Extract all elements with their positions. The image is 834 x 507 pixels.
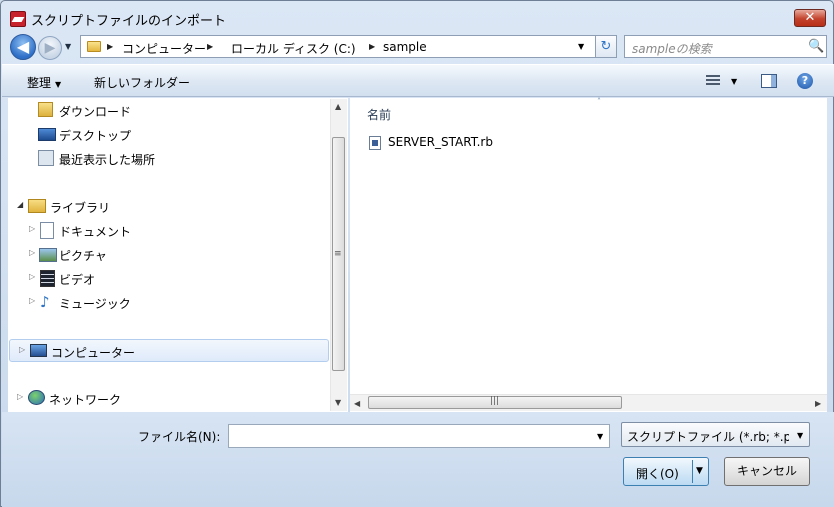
- sidebar-item-label: ネットワーク: [49, 393, 122, 407]
- app-logo-icon: [10, 11, 26, 27]
- download-folder-icon: [38, 102, 53, 117]
- organize-label: 整理: [27, 76, 52, 90]
- split-divider: [692, 460, 693, 483]
- address-dropdown-icon[interactable]: ▼: [578, 42, 584, 51]
- breadcrumb-separator-icon[interactable]: ▶: [369, 42, 375, 51]
- forward-button[interactable]: ▶: [38, 36, 62, 60]
- file-type-select[interactable]: スクリプトファイル (*.rb; *.p ▼: [621, 422, 810, 447]
- sidebar-item-network[interactable]: ▷ ネットワーク: [8, 388, 328, 408]
- sidebar-item-label: ドキュメント: [59, 225, 132, 239]
- documents-icon: [40, 222, 54, 239]
- import-dialog: スクリプトファイルのインポート ✕ ◀ ▶ ▼ ▶ コンピューター ▶ ローカル…: [0, 0, 834, 507]
- desktop-icon: [38, 128, 56, 141]
- address-bar[interactable]: ▶ コンピューター ▶ ローカル ディスク (C:) ▶ sample ▼: [80, 35, 616, 58]
- sidebar-item-label: ライブラリ: [50, 201, 111, 215]
- filename-dropdown-icon[interactable]: ▼: [597, 432, 603, 441]
- search-placeholder: sampleの検索: [632, 42, 712, 56]
- ruby-file-icon: [369, 136, 381, 150]
- videos-icon: [40, 270, 55, 287]
- scroll-down-icon[interactable]: ▼: [335, 398, 341, 407]
- column-header-name[interactable]: 名前: [367, 106, 391, 123]
- view-options-dropdown-icon[interactable]: ▼: [731, 77, 737, 86]
- network-icon: [28, 390, 45, 405]
- sidebar-item-label: 最近表示した場所: [59, 153, 156, 167]
- sidebar-item-label: ダウンロード: [59, 105, 132, 119]
- window-title: スクリプトファイルのインポート: [31, 14, 227, 29]
- collapse-arrow-icon[interactable]: ▷: [29, 272, 35, 281]
- open-button[interactable]: 開く(O) ▼: [623, 457, 709, 486]
- sidebar-item-label: ピクチャ: [59, 249, 107, 263]
- collapse-arrow-icon[interactable]: ▷: [29, 248, 35, 257]
- help-icon[interactable]: ?: [797, 73, 813, 89]
- filename-field[interactable]: [228, 424, 610, 448]
- breadcrumb-separator-icon[interactable]: ▶: [107, 42, 113, 51]
- file-type-value: スクリプトファイル (*.rb; *.p: [627, 430, 789, 444]
- sidebar-item-libraries[interactable]: ◢ ライブラリ: [8, 196, 328, 216]
- sidebar-item-label: コンピューター: [51, 346, 136, 360]
- chevron-down-icon[interactable]: ▼: [797, 431, 803, 440]
- sidebar-item-recent-places[interactable]: 最近表示した場所: [8, 148, 328, 168]
- scroll-grip-icon: ≡: [334, 249, 342, 259]
- scroll-right-icon[interactable]: ▶: [815, 399, 821, 408]
- sort-ascending-icon: ˄: [597, 97, 601, 106]
- file-name: SERVER_START.rb: [388, 135, 493, 149]
- expand-arrow-icon[interactable]: ◢: [17, 200, 23, 209]
- breadcrumb-local-disk[interactable]: ローカル ディスク (C:): [231, 40, 356, 57]
- organize-button[interactable]: 整理 ▼: [27, 74, 61, 91]
- search-input[interactable]: sampleの検索 🔍: [624, 35, 827, 58]
- recent-places-icon: [38, 150, 54, 166]
- recent-pages-dropdown[interactable]: ▼: [65, 42, 71, 51]
- new-folder-button[interactable]: 新しいフォルダー: [94, 74, 190, 91]
- command-toolbar: 整理 ▼ 新しいフォルダー ▼ ?: [2, 64, 834, 97]
- music-icon: ♪: [40, 293, 50, 311]
- sidebar-item-label: ミュージック: [59, 297, 131, 311]
- refresh-button[interactable]: ↻: [595, 35, 617, 58]
- title-bar[interactable]: スクリプトファイルのインポート ✕: [1, 1, 834, 33]
- navigation-pane: ダウンロード デスクトップ 最近表示した場所 ◢ ライブラリ ▷ ドキュメント …: [8, 98, 348, 412]
- view-options-icon[interactable]: [706, 74, 720, 87]
- sidebar-item-documents[interactable]: ▷ ドキュメント: [8, 220, 328, 240]
- scroll-up-icon[interactable]: ▲: [335, 102, 341, 111]
- filename-label: ファイル名(N):: [138, 430, 221, 444]
- breadcrumb-computer[interactable]: コンピューター: [122, 40, 206, 57]
- breadcrumb-sample[interactable]: sample: [383, 40, 427, 54]
- scroll-left-icon[interactable]: ◀: [354, 399, 360, 408]
- collapse-arrow-icon[interactable]: ▷: [29, 296, 35, 305]
- collapse-arrow-icon[interactable]: ▷: [17, 392, 23, 401]
- collapse-arrow-icon[interactable]: ▷: [29, 224, 35, 233]
- sidebar-item-label: ビデオ: [59, 273, 96, 287]
- libraries-icon: [28, 199, 46, 213]
- cancel-button[interactable]: キャンセル: [724, 457, 810, 486]
- folder-icon: [87, 41, 101, 52]
- pictures-icon: [39, 248, 57, 262]
- sidebar-item-pictures[interactable]: ▷ ピクチャ: [8, 244, 328, 264]
- breadcrumb-separator-icon[interactable]: ▶: [207, 42, 213, 51]
- sidebar-item-videos[interactable]: ▷ ビデオ: [8, 268, 328, 288]
- organize-arrow-icon: ▼: [55, 80, 62, 89]
- sidebar-item-music[interactable]: ▷ ♪ ミュージック: [8, 292, 328, 312]
- back-button[interactable]: ◀: [10, 34, 36, 60]
- sidebar-item-desktop[interactable]: デスクトップ: [8, 124, 328, 144]
- sidebar-item-computer[interactable]: ▷ コンピューター: [9, 339, 329, 362]
- collapse-arrow-icon[interactable]: ▷: [19, 345, 25, 354]
- computer-icon: [30, 344, 47, 357]
- scroll-grip-icon: |||: [490, 396, 500, 406]
- search-icon[interactable]: 🔍: [808, 39, 824, 54]
- preview-pane-icon[interactable]: [761, 74, 777, 88]
- sidebar-item-downloads[interactable]: ダウンロード: [8, 100, 328, 120]
- open-options-dropdown-icon[interactable]: ▼: [696, 466, 703, 476]
- close-button[interactable]: ✕: [794, 9, 826, 27]
- sidebar-item-label: デスクトップ: [59, 129, 132, 143]
- open-button-label: 開く(O): [636, 467, 679, 481]
